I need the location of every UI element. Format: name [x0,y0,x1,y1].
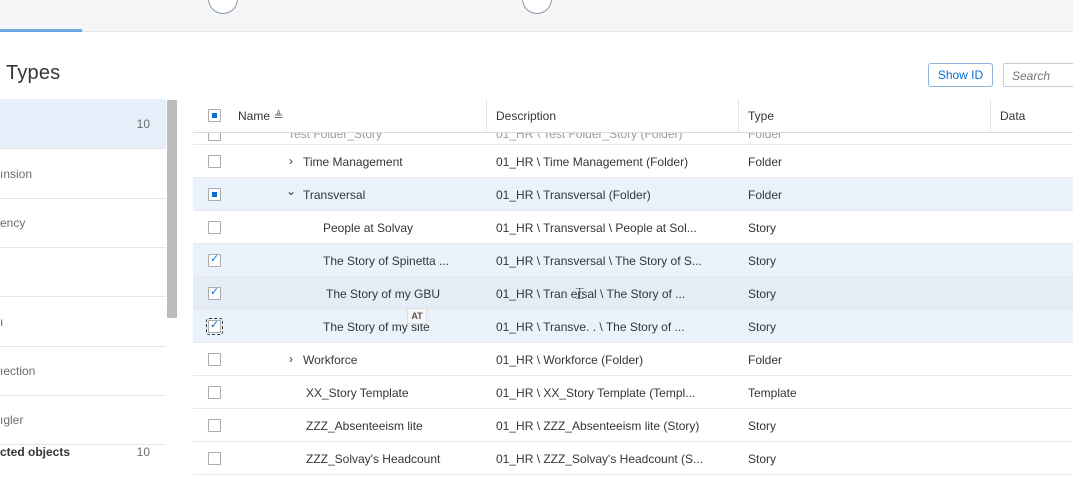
row-description: 01_HR \ Tran ersal \ The Story of ... [496,287,686,301]
cursor-tooltip: AT [407,308,427,324]
type-item-selected-objects[interactable]: cted objects 10 [0,427,166,477]
table-header: Name ≜ Description Type Data [193,99,1073,133]
row-name: Time Management [303,155,403,169]
row-type: Folder [748,133,783,141]
type-item-label: ıgler [0,413,24,427]
column-header-name[interactable]: Name ≜ [238,109,283,123]
left-scrollbar-thumb[interactable] [167,100,177,318]
column-separator [738,99,739,133]
search-input[interactable]: Search [1003,63,1073,87]
row-description: 01_HR \ Time Management (Folder) [496,155,689,169]
type-item-label: cted objects [0,445,71,459]
row-type: Story [748,287,777,301]
table-row[interactable]: ⌄ Transversal 01_HR \ Transversal (Folde… [193,178,1073,211]
row-name: The Story of my site [323,320,430,334]
table-row[interactable]: People at Solvay 01_HR \ Transversal \ P… [193,211,1073,244]
row-name: Transversal [303,188,366,202]
column-header-description[interactable]: Description [496,109,556,123]
type-item-dimension[interactable]: ınsion [0,149,166,199]
table-row[interactable]: Test Folder_Story 01_HR \ Test Folder_St… [193,133,1073,145]
table-row[interactable]: ZZZ_Solvay's Headcount 01_HR \ ZZZ_Solva… [193,442,1073,475]
column-header-type[interactable]: Type [748,109,774,123]
wizard-step-3[interactable] [522,0,552,14]
type-item-label: ency [0,216,26,230]
active-step-underline [0,29,82,32]
row-type: Template [748,386,797,400]
page-title: Types [6,62,61,84]
row-name: Workforce [303,353,358,367]
row-name: XX_Story Template [306,386,409,400]
text-cursor-icon: ⌶ [575,286,585,303]
row-name: Test Folder_Story [288,133,383,141]
type-item-count: 10 [136,117,150,131]
column-header-data[interactable]: Data [1000,109,1025,123]
wizard-steps-bar [0,0,1073,32]
type-item-model[interactable]: ı [0,297,166,347]
table-row[interactable]: The Story of Spinetta ... 01_HR \ Transv… [193,244,1073,277]
table-row[interactable]: › Time Management 01_HR \ Time Managemen… [193,145,1073,178]
table-row[interactable]: › Workforce 01_HR \ Workforce (Folder) F… [193,343,1073,376]
row-name: People at Solvay [323,221,414,235]
table-row[interactable]: The Story of my GBU 01_HR \ Tran ersal \… [193,277,1073,310]
row-description: 01_HR \ XX_Story Template (Templ... [496,386,696,400]
sort-ascending-icon: ≜ [273,109,284,123]
type-item-count: 10 [136,445,150,459]
row-type: Folder [748,188,783,202]
table-row[interactable]: XX_Story Template 01_HR \ XX_Story Templ… [193,376,1073,409]
type-item-all[interactable]: 10 [0,99,166,149]
row-description: 01_HR \ Test Folder_Story (Folder) [496,133,683,141]
wizard-step-2[interactable] [208,0,238,14]
object-type-list: 10 ınsion ency ı ıection ıgler cted obje… [0,99,166,478]
row-description: 01_HR \ Transversal (Folder) [496,188,651,202]
table-row[interactable]: ZZZ_Absenteeism lite 01_HR \ ZZZ_Absente… [193,409,1073,442]
type-item-label: ıection [0,364,36,378]
row-name: ZZZ_Solvay's Headcount [306,452,441,466]
row-description: 01_HR \ Transve. . \ The Story of ... [496,320,685,334]
row-name: ZZZ_Absenteeism lite [306,419,423,433]
row-description: 01_HR \ ZZZ_Absenteeism lite (Story) [496,419,700,433]
row-description: 01_HR \ Transversal \ People at Sol... [496,221,697,235]
row-type: Folder [748,155,783,169]
row-description: 01_HR \ Workforce (Folder) [496,353,644,367]
column-separator [486,99,487,133]
row-description: 01_HR \ ZZZ_Solvay's Headcount (S... [496,452,704,466]
row-name: The Story of my GBU [326,287,441,301]
row-type: Story [748,254,777,268]
row-type: Folder [748,353,783,367]
type-item-label: ı [0,315,4,329]
select-all-checkbox[interactable] [208,109,221,122]
type-item-empty[interactable] [0,247,166,297]
row-name: The Story of Spinetta ... [323,254,450,268]
row-type: Story [748,320,777,334]
row-type: Story [748,452,777,466]
objects-table: Name ≜ Description Type Data Test Folder… [193,99,1073,475]
table-row[interactable]: The Story of my site 01_HR \ Transve. . … [193,310,1073,343]
type-item-currency[interactable]: ency [0,198,166,248]
row-description: 01_HR \ Transversal \ The Story of S... [496,254,702,268]
type-item-connection[interactable]: ıection [0,346,166,396]
type-item-label: ınsion [0,167,33,181]
column-separator [990,99,991,133]
row-type: Story [748,221,777,235]
row-type: Story [748,419,777,433]
show-id-button[interactable]: Show ID [928,63,993,87]
